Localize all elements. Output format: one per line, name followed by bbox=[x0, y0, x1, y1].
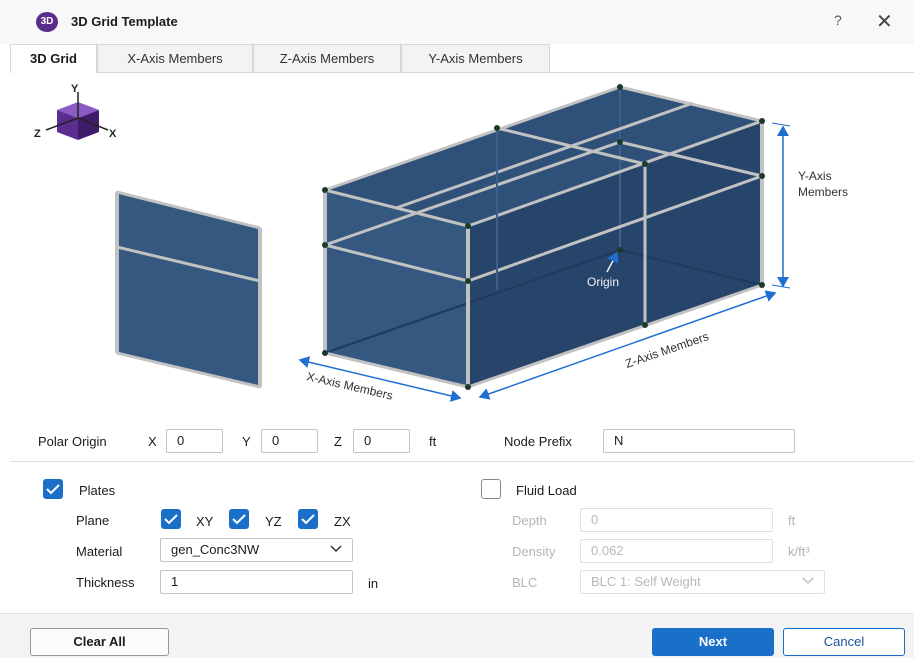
blc-select[interactable]: BLC 1: Self Weight bbox=[580, 570, 825, 594]
plates-label: Plates bbox=[79, 483, 116, 498]
origin-label: Origin bbox=[587, 275, 619, 289]
axis-z-label: Z bbox=[34, 128, 41, 140]
polar-origin-z-label: Z bbox=[334, 434, 342, 449]
node-prefix-input[interactable]: N bbox=[603, 429, 795, 453]
window-title: 3D Grid Template bbox=[71, 14, 178, 29]
dialog-footer: Clear All Next Cancel bbox=[0, 613, 914, 658]
depth-unit: ft bbox=[788, 513, 796, 528]
checkmark-icon bbox=[46, 484, 60, 495]
tab-z-axis-members[interactable]: Z-Axis Members bbox=[253, 44, 401, 72]
help-button[interactable]: ? bbox=[834, 12, 842, 28]
polar-origin-unit: ft bbox=[429, 434, 437, 449]
blc-label: BLC bbox=[512, 575, 538, 590]
plane-xy-checkbox[interactable] bbox=[161, 509, 181, 529]
y-axis-members-label: Y-Axis bbox=[798, 169, 832, 183]
thickness-unit: in bbox=[368, 576, 379, 591]
grid-preview-diagram: Y Z X Y-Axis Members Origin Z-Axis Membe… bbox=[34, 83, 848, 403]
density-input[interactable]: 0.062 bbox=[580, 539, 773, 563]
polar-origin-x-label: X bbox=[148, 434, 157, 449]
y-axis-members-label-2: Members bbox=[798, 185, 848, 199]
polar-origin-label: Polar Origin bbox=[38, 434, 107, 449]
material-label: Material bbox=[76, 544, 123, 559]
axis-x-label: X bbox=[109, 128, 117, 140]
checkmark-icon bbox=[232, 514, 246, 525]
tab-3d-grid[interactable]: 3D Grid bbox=[10, 44, 97, 73]
density-unit: k/ft³ bbox=[788, 544, 810, 559]
fluid-load-checkbox[interactable] bbox=[481, 479, 501, 499]
title-bar: 3D 3D Grid Template ? ✕ bbox=[0, 0, 914, 44]
chevron-down-icon bbox=[330, 545, 342, 553]
node-prefix-label: Node Prefix bbox=[504, 434, 572, 449]
polar-origin-z-input[interactable]: 0 bbox=[353, 429, 410, 453]
depth-label: Depth bbox=[512, 513, 547, 528]
fluid-load-label: Fluid Load bbox=[516, 483, 577, 498]
detached-plate-panel bbox=[115, 190, 262, 389]
z-axis-members-label: Z-Axis Members bbox=[623, 329, 710, 371]
plane-label: Plane bbox=[76, 513, 110, 528]
thickness-label: Thickness bbox=[76, 575, 135, 590]
plates-checkbox[interactable] bbox=[43, 479, 63, 499]
plane-xy-label: XY bbox=[196, 514, 214, 529]
orientation-cube-icon bbox=[45, 92, 109, 140]
axis-y-label: Y bbox=[71, 83, 79, 95]
material-select[interactable]: gen_Conc3NW bbox=[160, 538, 353, 562]
chevron-down-icon bbox=[802, 577, 814, 585]
plane-zx-checkbox[interactable] bbox=[298, 509, 318, 529]
material-value: gen_Conc3NW bbox=[171, 542, 260, 557]
plane-yz-checkbox[interactable] bbox=[229, 509, 249, 529]
polar-origin-y-input[interactable]: 0 bbox=[261, 429, 318, 453]
app-logo-icon: 3D bbox=[36, 12, 58, 32]
thickness-input[interactable]: 1 bbox=[160, 570, 353, 594]
section-divider bbox=[10, 461, 914, 462]
clear-all-button[interactable]: Clear All bbox=[30, 628, 169, 656]
blc-value: BLC 1: Self Weight bbox=[591, 574, 701, 589]
polar-origin-x-input[interactable]: 0 bbox=[166, 429, 223, 453]
next-button[interactable]: Next bbox=[652, 628, 774, 656]
polar-origin-y-label: Y bbox=[242, 434, 251, 449]
cancel-button[interactable]: Cancel bbox=[783, 628, 905, 656]
tab-x-axis-members[interactable]: X-Axis Members bbox=[97, 44, 253, 72]
plane-yz-label: YZ bbox=[265, 514, 282, 529]
checkmark-icon bbox=[301, 514, 315, 525]
close-button[interactable]: ✕ bbox=[876, 9, 893, 34]
tab-bar: 3D Grid X-Axis Members Z-Axis Members Y-… bbox=[10, 44, 914, 73]
plane-zx-label: ZX bbox=[334, 514, 351, 529]
y-axis-dimension-arrow bbox=[771, 122, 791, 289]
density-label: Density bbox=[512, 544, 556, 559]
x-axis-members-label: X-Axis Members bbox=[305, 369, 394, 402]
checkmark-icon bbox=[164, 514, 178, 525]
depth-input[interactable]: 0 bbox=[580, 508, 773, 532]
tab-y-axis-members[interactable]: Y-Axis Members bbox=[401, 44, 550, 72]
